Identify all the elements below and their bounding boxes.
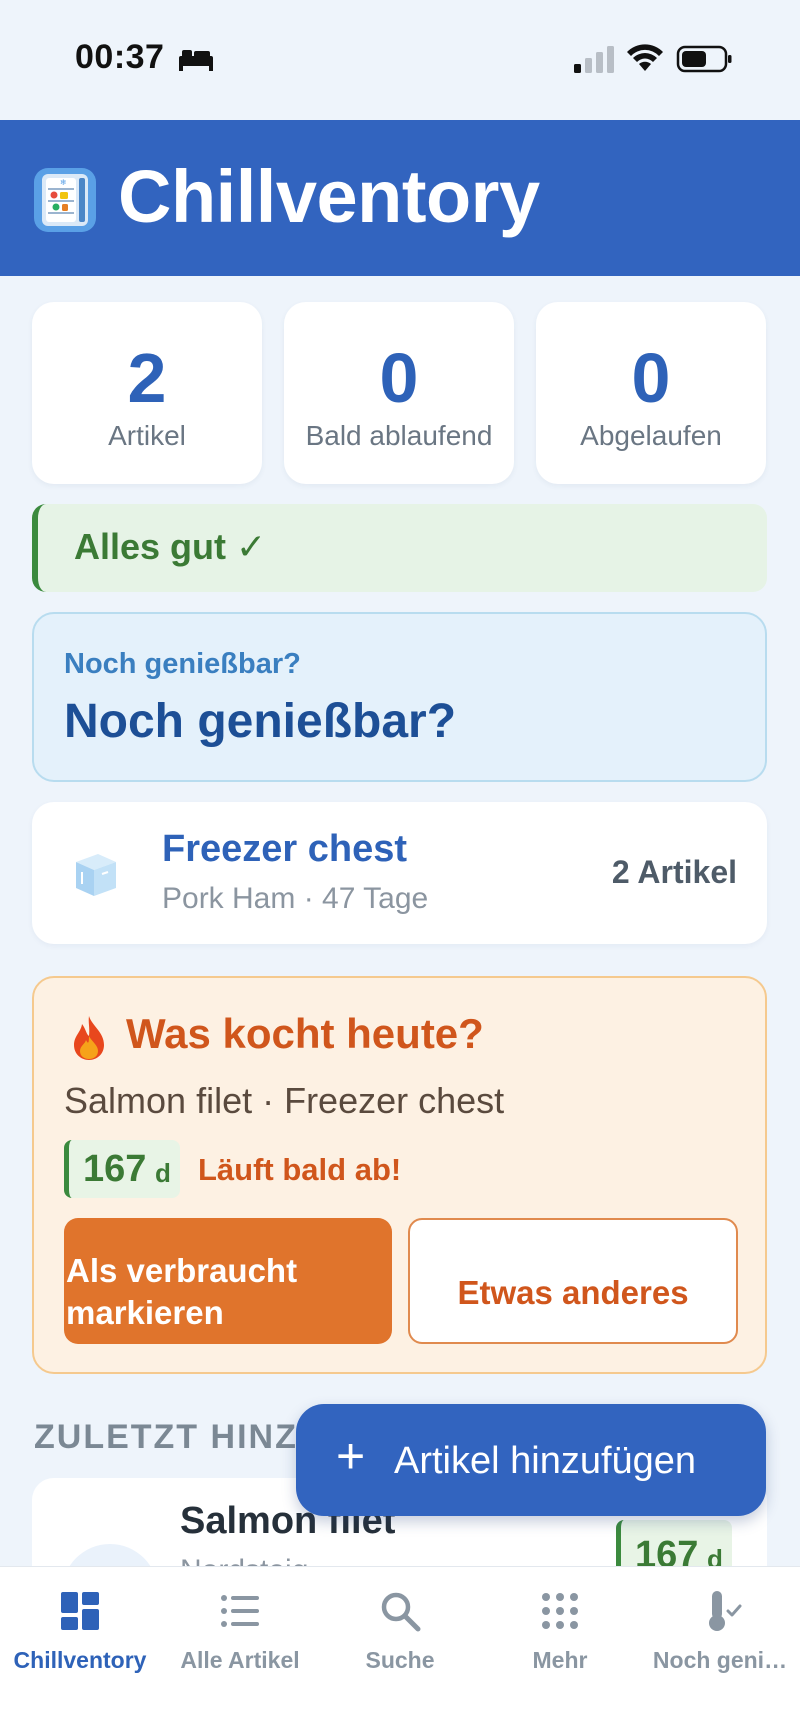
stat-card-expiring-soon[interactable]: 0 Bald ablaufend [284, 302, 514, 484]
tab-label: Suche [365, 1647, 435, 1673]
expiring-warning: Läuft bald ab! [198, 1152, 402, 1187]
status-banner-text: Alles gut ✓ [74, 526, 267, 567]
days-remaining-value: 167 [83, 1148, 147, 1190]
cook-today-item: Salmon filet · Freezer chest [64, 1080, 505, 1121]
tab-label: Alle Artikel [180, 1647, 300, 1673]
mark-consumed-button[interactable]: Als verbraucht markieren [64, 1218, 392, 1344]
tab-label: Noch geni… [652, 1647, 788, 1673]
stat-value: 2 [127, 339, 167, 417]
tab-search[interactable]: Suche [320, 1567, 480, 1687]
cook-today-title: Was kocht heute? [126, 1010, 484, 1057]
recently-added-heading: ZULETZT HINZ [34, 1418, 298, 1456]
add-item-button[interactable]: + Artikel hinzufügen [296, 1404, 766, 1516]
storage-location-card[interactable]: Freezer chest Pork Ham · 47 Tage 2 Artik… [32, 802, 767, 944]
stat-label: Bald ablaufend [305, 420, 493, 451]
list-icon [221, 1595, 259, 1627]
tab-label: Chillventory [13, 1647, 147, 1673]
storage-location-name: Freezer chest [162, 828, 408, 870]
something-else-button[interactable]: Etwas anderes [408, 1218, 738, 1344]
days-remaining-unit: d [155, 1158, 171, 1188]
edible-card-title: Noch genießbar? [64, 695, 457, 748]
stat-label: Artikel [108, 420, 186, 451]
dashboard-grid-icon [61, 1592, 99, 1630]
battery-icon [676, 45, 732, 73]
tab-chillventory[interactable]: Chillventory [0, 1567, 160, 1687]
fire-icon [74, 1016, 104, 1060]
stat-card-articles[interactable]: 2 Artikel [32, 302, 262, 484]
days-remaining-badge: 167 d [64, 1140, 180, 1198]
app-title: Chillventory [118, 155, 540, 238]
tab-all-items[interactable]: Alle Artikel [160, 1567, 320, 1687]
stat-card-expired[interactable]: 0 Abgelaufen [536, 302, 766, 484]
thermometer-check-icon [709, 1591, 742, 1631]
stat-value: 0 [379, 339, 419, 417]
tab-still-edible[interactable]: Noch geni… [640, 1567, 800, 1687]
stat-label: Abgelaufen [580, 420, 722, 451]
plus-icon: + [336, 1428, 366, 1484]
edible-check-card[interactable]: Noch genießbar? Noch genießbar? [32, 612, 767, 782]
stat-value: 0 [631, 339, 671, 417]
bed-icon [179, 50, 213, 71]
ice-cube-icon [76, 854, 116, 896]
tab-label: Mehr [532, 1647, 588, 1673]
wifi-icon [627, 44, 663, 71]
status-banner: Alles gut ✓ [32, 504, 767, 592]
fridge-icon: ❄ [34, 168, 96, 232]
storage-item-count: 2 Artikel [611, 854, 737, 890]
edible-card-subtitle: Noch genießbar? [64, 648, 301, 680]
dots-grid-icon [542, 1593, 578, 1629]
status-time: 00:37 [75, 38, 165, 76]
tab-bar: Chillventory Alle Artikel Suche Mehr Noc… [0, 1566, 800, 1734]
svg-text:❄: ❄ [60, 178, 67, 187]
app-header: ❄ Chillventory [0, 120, 800, 276]
add-item-label: Artikel hinzufügen [394, 1440, 697, 1482]
cook-today-card: Was kocht heute? Salmon filet · Freezer … [32, 976, 767, 1374]
search-icon [381, 1592, 421, 1632]
storage-location-subtitle: Pork Ham · 47 Tage [162, 882, 429, 915]
cellular-signal-icon [574, 46, 614, 73]
status-bar: 00:37 [0, 0, 800, 120]
tab-more[interactable]: Mehr [480, 1567, 640, 1687]
